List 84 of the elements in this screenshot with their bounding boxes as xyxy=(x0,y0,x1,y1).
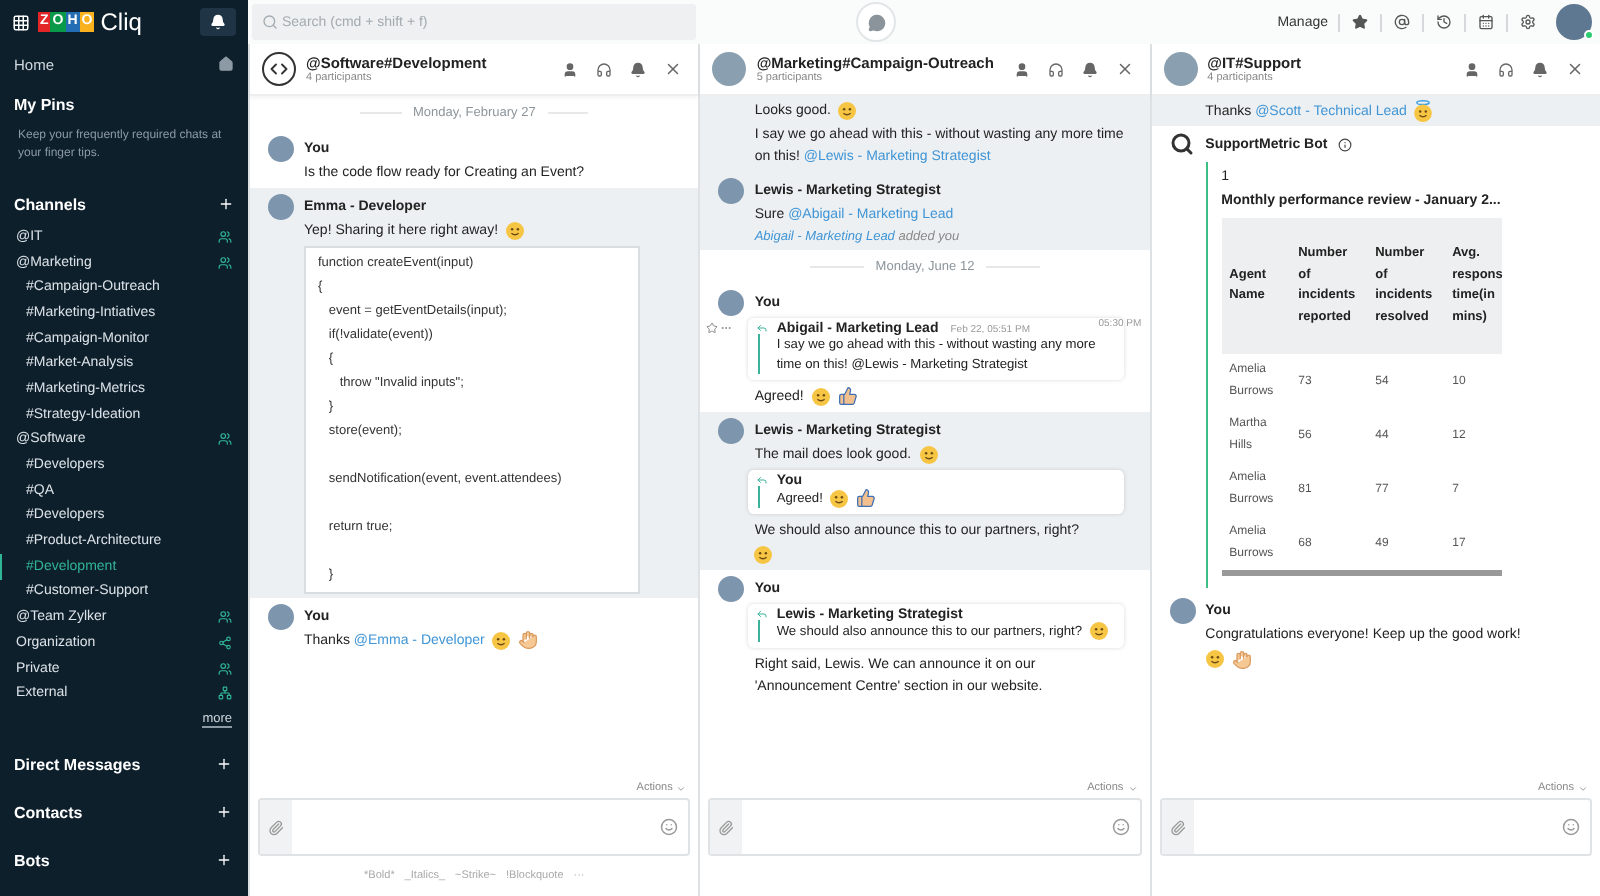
status-button[interactable] xyxy=(856,2,896,42)
headset-icon xyxy=(596,61,613,77)
add-icon[interactable] xyxy=(216,804,232,821)
chevron-down-icon xyxy=(676,783,687,793)
user-icon xyxy=(1013,61,1030,77)
section-title[interactable]: Bots xyxy=(14,851,50,870)
headset-icon xyxy=(1497,61,1514,77)
paperclip-icon xyxy=(1169,819,1186,835)
chevron-down-icon xyxy=(1127,783,1138,793)
channel-avatar xyxy=(1163,52,1198,86)
home-icon[interactable] xyxy=(218,56,234,72)
paperclip-icon xyxy=(718,819,735,835)
calendar-icon xyxy=(1478,14,1494,30)
section-title: My Pins xyxy=(14,95,75,113)
smiley-icon xyxy=(830,489,849,507)
user-icon xyxy=(1463,61,1480,77)
thumbs-up-icon xyxy=(856,488,877,508)
channel-avatar xyxy=(712,52,747,86)
smiley-icon xyxy=(1111,818,1130,836)
star-icon[interactable] xyxy=(706,322,719,334)
people-icon xyxy=(218,610,232,625)
notifications-button[interactable] xyxy=(1527,61,1552,77)
people-icon xyxy=(218,432,232,447)
bot-avatar xyxy=(1169,131,1196,158)
headset-button[interactable] xyxy=(592,61,617,77)
smiley-icon xyxy=(811,387,830,406)
nodes-icon xyxy=(218,635,232,650)
section-title: Channels xyxy=(14,195,87,213)
settings-icon xyxy=(1520,14,1536,30)
headset-button[interactable] xyxy=(1493,61,1518,77)
smiley-icon xyxy=(919,445,938,464)
info-icon xyxy=(1337,137,1352,152)
thumbs-up-icon xyxy=(837,386,858,407)
smiley-icon xyxy=(838,101,857,120)
smiley-icon xyxy=(1205,650,1224,669)
bell-icon xyxy=(1081,61,1098,77)
headset-button[interactable] xyxy=(1043,61,1068,77)
smiley-icon xyxy=(1561,818,1580,836)
avatar xyxy=(268,603,294,629)
close-icon xyxy=(664,60,683,78)
notifications-button[interactable] xyxy=(1077,61,1102,77)
angel-smiley-icon xyxy=(1414,100,1433,122)
people-icon xyxy=(218,229,232,244)
notifications-button[interactable] xyxy=(626,61,651,77)
search-icon xyxy=(262,14,278,30)
bell-icon xyxy=(630,61,647,77)
add-icon[interactable] xyxy=(216,852,232,869)
avatar xyxy=(268,135,294,161)
smiley-icon xyxy=(492,631,511,650)
chevron-down-icon xyxy=(1577,783,1588,793)
avatar xyxy=(268,193,294,219)
star-icon xyxy=(1352,14,1368,30)
smiley-icon xyxy=(1090,622,1109,641)
close-icon xyxy=(1565,60,1584,78)
close-icon xyxy=(1115,60,1134,78)
avatar xyxy=(718,417,745,443)
avatar xyxy=(718,177,745,203)
section-title[interactable]: Direct Messages xyxy=(14,755,141,774)
add-icon[interactable] xyxy=(216,756,232,773)
add-icon[interactable] xyxy=(218,196,234,212)
user-avatar[interactable] xyxy=(1556,4,1592,40)
at-sign-icon xyxy=(1394,14,1410,30)
bell-icon xyxy=(1531,61,1548,77)
hand-icon xyxy=(518,630,539,651)
paperclip-icon xyxy=(268,819,284,835)
user-icon xyxy=(562,61,579,77)
smiley-icon xyxy=(506,221,525,240)
smiley-icon xyxy=(754,546,773,565)
people-icon xyxy=(218,255,232,270)
history-icon xyxy=(1436,14,1452,30)
chat-bubble-icon xyxy=(867,13,885,31)
apps-grid-icon[interactable] xyxy=(12,13,30,31)
avatar xyxy=(718,575,745,602)
avatar xyxy=(718,289,745,315)
network-icon xyxy=(218,686,232,701)
bell-icon xyxy=(210,14,226,30)
section-title[interactable]: Contacts xyxy=(14,803,83,822)
notifications-button[interactable] xyxy=(200,8,236,36)
people-icon xyxy=(218,661,232,676)
hand-icon xyxy=(1231,649,1252,670)
code-icon xyxy=(270,60,288,78)
headset-icon xyxy=(1047,61,1064,77)
avatar xyxy=(1169,597,1196,624)
smiley-icon xyxy=(660,818,679,836)
